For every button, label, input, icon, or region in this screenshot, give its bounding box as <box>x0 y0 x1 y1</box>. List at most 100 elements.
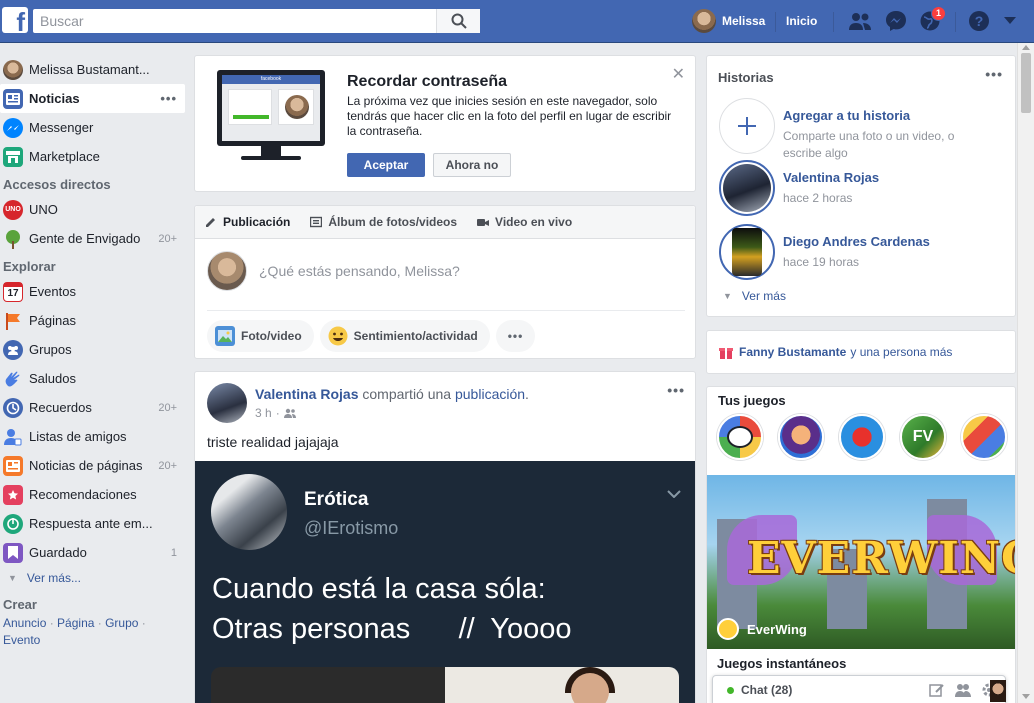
home-link[interactable]: Inicio <box>786 14 817 28</box>
featured-game-name[interactable]: EverWing <box>747 622 807 637</box>
game-icon[interactable] <box>717 414 763 460</box>
accept-button[interactable]: Aceptar <box>347 153 425 177</box>
account-menu-chevron-icon[interactable] <box>998 10 1022 32</box>
story-author[interactable]: Diego Andres Cardenas <box>783 234 930 249</box>
chevron-down-icon: ▼ <box>723 291 732 301</box>
more-options-icon[interactable]: ••• <box>495 320 536 352</box>
notifications-globe-icon[interactable]: 1 <box>918 6 946 32</box>
separator: · <box>46 616 58 630</box>
divider <box>207 310 685 311</box>
birthday-name[interactable]: Fanny Bustamante <box>739 345 846 359</box>
everwing-banner[interactable]: EVERWING EverWing <box>707 475 1015 649</box>
video-camera-icon <box>477 219 490 226</box>
plus-icon <box>738 117 756 135</box>
post-action-link[interactable]: publicación <box>455 386 525 402</box>
separator: · <box>94 616 106 630</box>
post-author[interactable]: Valentina Rojas <box>255 386 358 402</box>
sidebar-item-label: Noticias de páginas <box>29 458 143 473</box>
create-group-link[interactable]: Grupo <box>105 616 138 630</box>
explore-heading: Explorar <box>3 259 56 274</box>
sidebar-item-recuerdos[interactable]: Recuerdos 20+ <box>0 393 185 422</box>
sidebar-item-grupos[interactable]: Grupos <box>0 335 185 364</box>
add-story-button[interactable] <box>719 98 775 154</box>
tab-publicacion[interactable]: Publicación <box>205 215 290 229</box>
more-options-icon[interactable]: ••• <box>160 91 177 106</box>
birthday-rest[interactable]: y una persona más <box>850 345 952 359</box>
shortcuts-heading: Accesos directos <box>3 177 111 192</box>
sidebar-item-noticias-de-paginas[interactable]: Noticias de páginas 20+ <box>0 451 185 480</box>
add-to-story[interactable]: Agregar a tu historia Comparte una foto … <box>719 98 1009 160</box>
search-input[interactable] <box>33 9 433 33</box>
game-icon[interactable] <box>839 414 885 460</box>
add-story-title[interactable]: Agregar a tu historia <box>783 108 910 123</box>
feeling-activity-button[interactable]: Sentimiento/actividad <box>319 320 490 352</box>
see-more-link[interactable]: ▼ Ver más... <box>0 567 185 589</box>
more-options-icon[interactable]: ••• <box>667 382 685 398</box>
search-button[interactable] <box>436 9 480 33</box>
facebook-logo-icon[interactable]: f <box>2 7 28 35</box>
post-timestamp[interactable]: 3 h <box>255 406 272 420</box>
story-author[interactable]: Valentina Rojas <box>783 170 879 185</box>
sidebar-item-listas-de-amigos[interactable]: Listas de amigos <box>0 422 185 451</box>
compose-message-icon[interactable] <box>929 682 945 698</box>
game-icon[interactable]: FV <box>900 414 946 460</box>
photo-video-button[interactable]: Foto/video <box>207 320 314 352</box>
friend-requests-icon[interactable] <box>848 10 872 32</box>
tab-album[interactable]: Álbum de fotos/videos <box>310 215 457 229</box>
sidebar-item-gente-de-envigado[interactable]: Gente de Envigado 20+ <box>0 224 185 253</box>
new-group-icon[interactable] <box>955 682 971 698</box>
scroll-up-icon[interactable] <box>1022 45 1030 50</box>
sidebar-item-respuesta-ante-emergencias[interactable]: Respuesta ante em... <box>0 509 185 538</box>
birthday-reminder[interactable]: Fanny Bustamante y una persona más <box>706 330 1016 374</box>
story-item[interactable]: Valentina Rojas hace 2 horas <box>719 160 1009 218</box>
story-ring <box>719 160 775 216</box>
tweet-handle: @IErotismo <box>304 518 399 538</box>
post-composer: Publicación Álbum de fotos/videos Video … <box>194 205 696 359</box>
avatar[interactable] <box>207 383 247 423</box>
sidebar-item-guardado[interactable]: Guardado 1 <box>0 538 185 567</box>
chat-avatar[interactable] <box>990 680 1006 702</box>
notification-badge: 1 <box>930 6 946 21</box>
add-story-subtitle: Comparte una foto o un video, o escribe … <box>783 129 955 160</box>
sidebar-item-uno[interactable]: UNO UNO <box>0 195 185 224</box>
profile-link[interactable]: Melissa <box>692 9 765 33</box>
chat-bar[interactable]: Chat (28) <box>712 675 1006 703</box>
composer-body[interactable]: ¿Qué estás pensando, Melissa? <box>195 239 695 305</box>
sidebar-item-noticias[interactable]: Noticias ••• <box>0 84 185 113</box>
tab-label: Publicación <box>223 215 291 229</box>
not-now-button[interactable]: Ahora no <box>433 153 511 177</box>
help-icon[interactable]: ? <box>967 10 991 32</box>
sidebar-item-profile[interactable]: Melissa Bustamant... <box>0 55 185 84</box>
create-ad-link[interactable]: Anuncio <box>3 616 46 630</box>
more-options-icon[interactable]: ••• <box>985 66 1003 82</box>
game-icon[interactable] <box>778 414 824 460</box>
messenger-icon[interactable] <box>884 10 908 32</box>
friends-audience-icon[interactable] <box>283 408 296 418</box>
album-icon <box>310 216 323 228</box>
tab-video-en-vivo[interactable]: Video en vivo <box>477 215 572 229</box>
sidebar-item-label: Gente de Envigado <box>29 231 141 246</box>
composer-placeholder[interactable]: ¿Qué estás pensando, Melissa? <box>259 263 460 279</box>
sidebar-item-saludos[interactable]: Saludos <box>0 364 185 393</box>
search-icon <box>451 13 467 29</box>
sidebar-item-messenger[interactable]: Messenger <box>0 113 185 142</box>
divider <box>833 12 834 32</box>
chat-label: Chat (28) <box>741 683 793 697</box>
scroll-down-icon[interactable] <box>1022 694 1030 699</box>
close-icon[interactable]: ✕ <box>672 64 685 84</box>
page-scrollbar[interactable] <box>1017 43 1034 703</box>
game-icon[interactable] <box>961 414 1007 460</box>
story-item[interactable]: Diego Andres Cardenas hace 19 horas <box>719 224 1009 282</box>
sidebar-item-marketplace[interactable]: Marketplace <box>0 142 185 171</box>
see-more-label: Ver más... <box>26 571 81 585</box>
create-page-link[interactable]: Página <box>57 616 94 630</box>
sidebar-item-recomendaciones[interactable]: Recomendaciones <box>0 480 185 509</box>
shared-tweet-image[interactable]: Erótica @IErotismo Cuando está la casa s… <box>195 461 695 703</box>
sidebar-item-paginas[interactable]: Páginas <box>0 306 185 335</box>
search-box <box>33 9 480 33</box>
sidebar-item-eventos[interactable]: 17 Eventos <box>0 277 185 306</box>
create-event-link[interactable]: Evento <box>3 633 40 647</box>
see-more-stories-link[interactable]: ▼ Ver más <box>723 289 786 303</box>
scrollbar-thumb[interactable] <box>1021 53 1031 113</box>
tab-label: Video en vivo <box>495 215 573 229</box>
